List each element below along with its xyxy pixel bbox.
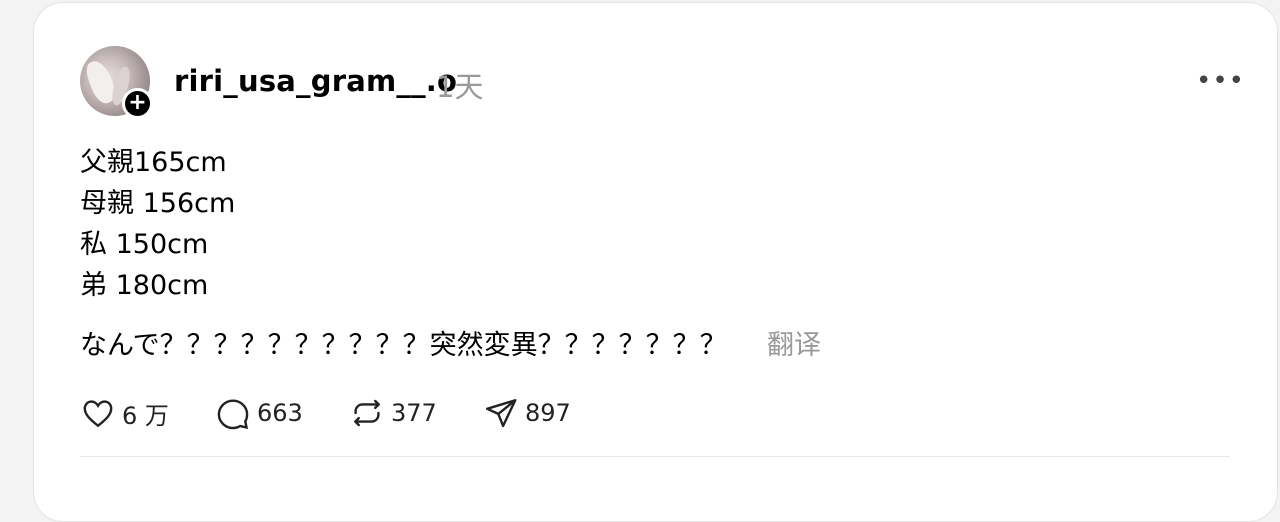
post-text-line: 私 150cm — [80, 229, 209, 260]
avatar-container[interactable]: + — [80, 46, 153, 119]
heart-icon — [83, 400, 113, 428]
comment-bubble-icon — [217, 399, 249, 430]
post-text-line: 弟 180cm — [80, 270, 209, 301]
repost-icon — [354, 399, 380, 427]
plus-icon: + — [128, 90, 147, 115]
send-icon — [486, 399, 517, 428]
share-button[interactable]: 897 — [483, 394, 571, 432]
post-text-line: 父親165cm — [80, 147, 227, 178]
follow-button[interactable]: + — [122, 88, 153, 119]
comment-count: 663 — [257, 399, 303, 427]
comment-button[interactable]: 663 — [215, 394, 303, 432]
share-count: 897 — [525, 399, 571, 427]
like-button[interactable]: 6 万 — [80, 394, 169, 432]
post-text-line: 母親 156cm — [80, 188, 236, 219]
like-count: 6 万 — [122, 401, 169, 430]
translate-link[interactable]: 翻译 — [767, 329, 821, 363]
repost-button[interactable]: 377 — [349, 394, 437, 432]
divider — [80, 456, 1230, 457]
more-options-button[interactable]: ••• — [1196, 66, 1244, 96]
username[interactable]: riri_usa_gram__.o — [174, 64, 457, 98]
post-timestamp: 1天 — [436, 70, 484, 104]
post-question-text: なんで？？？？？？？？？？突然変異？？？？？？？ — [80, 330, 727, 361]
repost-count: 377 — [391, 399, 437, 427]
more-horizontal-icon: ••• — [1196, 66, 1246, 96]
